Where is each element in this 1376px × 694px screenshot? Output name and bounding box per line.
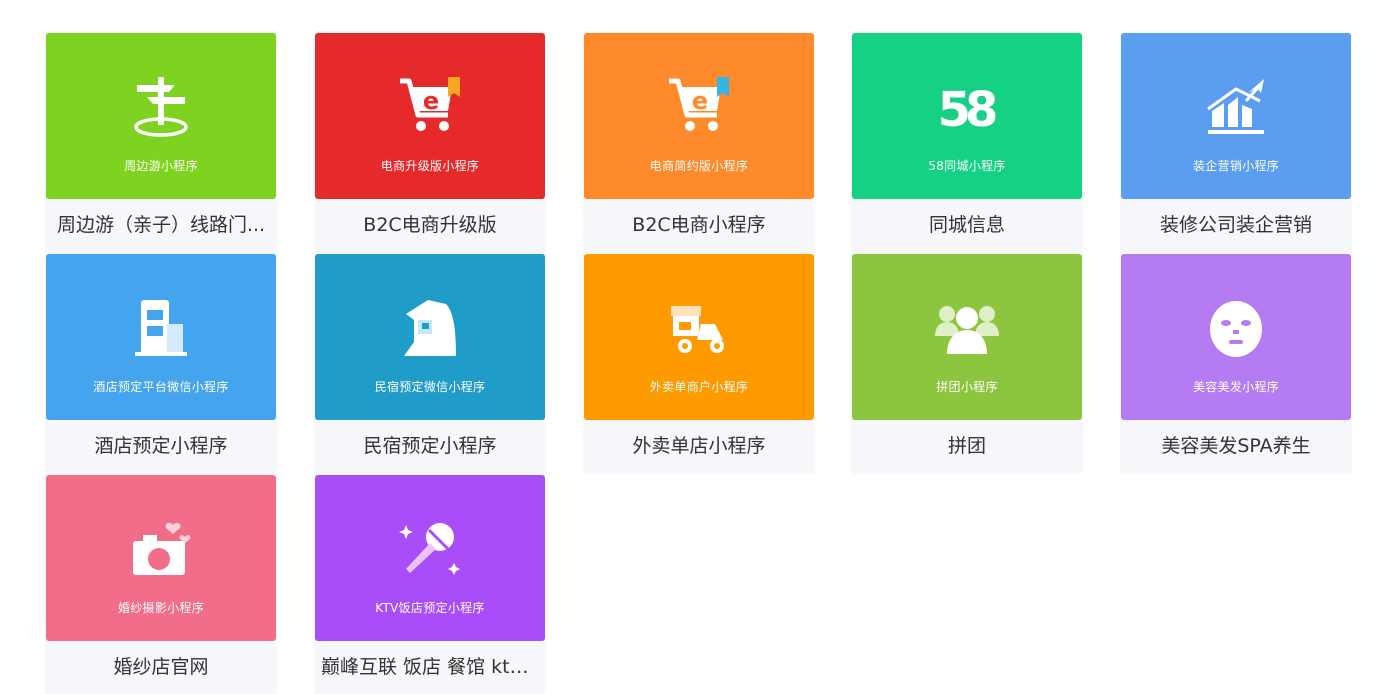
app-thumbnail-label: KTV饭店预定小程序 — [375, 601, 485, 615]
app-title[interactable]: 美容美发SPA养生 — [1127, 420, 1345, 473]
app-thumbnail[interactable]: 拼团小程序 — [852, 254, 1082, 420]
app-card[interactable]: 婚纱摄影小程序婚纱店官网 — [46, 475, 276, 694]
shopping-cart-icon: e — [667, 75, 731, 139]
group-people-icon — [935, 296, 999, 360]
app-card[interactable]: 装企营销小程序装修公司装企营销 — [1121, 33, 1351, 252]
app-card[interactable]: 美容美发小程序美容美发SPA养生 — [1121, 254, 1351, 473]
app-thumbnail-label: 电商升级版小程序 — [380, 159, 480, 173]
delivery-scooter-icon — [667, 296, 731, 360]
app-thumbnail-label: 婚纱摄影小程序 — [117, 601, 205, 615]
app-thumbnail-label: 外卖单商户小程序 — [649, 380, 749, 394]
app-title[interactable]: 婚纱店官网 — [52, 641, 270, 694]
app-card[interactable]: 拼团小程序 拼团 — [852, 254, 1082, 473]
app-thumbnail-label: 58同城小程序 — [928, 159, 1006, 173]
face-mask-icon — [1204, 296, 1268, 360]
app-card[interactable]: KTV饭店预定小程序巅峰互联 饭店 餐馆 ktv ... — [315, 475, 545, 694]
shopping-cart-icon: e — [398, 75, 462, 139]
app-thumbnail-label: 美容美发小程序 — [1192, 380, 1280, 394]
app-title[interactable]: B2C电商小程序 — [590, 199, 808, 252]
app-thumbnail[interactable]: e 电商升级版小程序 — [315, 33, 545, 199]
app-thumbnail-label: 酒店预定平台微信小程序 — [93, 380, 229, 394]
app-title[interactable]: 酒店预定小程序 — [52, 420, 270, 473]
app-title[interactable]: 巅峰互联 饭店 餐馆 ktv ... — [321, 641, 539, 694]
app-thumbnail[interactable]: 美容美发小程序 — [1121, 254, 1351, 420]
app-thumbnail-label: 装企营销小程序 — [1192, 159, 1280, 173]
app-title[interactable]: 周边游（亲子）线路门... — [52, 199, 270, 252]
app-title[interactable]: 拼团 — [858, 420, 1076, 473]
app-card[interactable]: e 电商升级版小程序 B2C电商升级版 — [315, 33, 545, 252]
app-title[interactable]: B2C电商升级版 — [321, 199, 539, 252]
app-title[interactable]: 装修公司装企营销 — [1127, 199, 1345, 252]
number-58-icon: 58 — [935, 75, 999, 139]
camera-heart-icon — [129, 517, 193, 581]
app-card[interactable]: 58 58同城小程序同城信息 — [852, 33, 1082, 252]
building-icon — [129, 296, 193, 360]
app-thumbnail[interactable]: KTV饭店预定小程序 — [315, 475, 545, 641]
app-title[interactable]: 同城信息 — [858, 199, 1076, 252]
app-title[interactable]: 外卖单店小程序 — [590, 420, 808, 473]
app-thumbnail[interactable]: 外卖单商户小程序 — [584, 254, 814, 420]
app-thumbnail-label: 周边游小程序 — [124, 159, 198, 173]
svg-text:e: e — [423, 87, 439, 115]
app-thumbnail-label: 电商简约版小程序 — [649, 159, 749, 173]
app-thumbnail[interactable]: 酒店预定平台微信小程序 — [46, 254, 276, 420]
app-title[interactable]: 民宿预定小程序 — [321, 420, 539, 473]
app-thumbnail[interactable]: 周边游小程序 — [46, 33, 276, 199]
app-thumbnail-label: 拼团小程序 — [936, 380, 998, 394]
microphone-icon — [398, 517, 462, 581]
svg-text:58: 58 — [938, 82, 996, 138]
app-thumbnail[interactable]: 58 58同城小程序 — [852, 33, 1082, 199]
app-card[interactable]: 周边游小程序周边游（亲子）线路门... — [46, 33, 276, 252]
app-thumbnail-label: 民宿预定微信小程序 — [374, 380, 486, 394]
signpost-icon — [129, 75, 193, 139]
app-card[interactable]: 民宿预定微信小程序民宿预定小程序 — [315, 254, 545, 473]
growth-chart-icon — [1204, 75, 1268, 139]
house-icon — [398, 296, 462, 360]
app-card[interactable]: 酒店预定平台微信小程序酒店预定小程序 — [46, 254, 276, 473]
svg-text:e: e — [692, 87, 708, 115]
app-card[interactable]: e 电商简约版小程序 B2C电商小程序 — [584, 33, 814, 252]
app-thumbnail[interactable]: 民宿预定微信小程序 — [315, 254, 545, 420]
app-thumbnail[interactable]: 装企营销小程序 — [1121, 33, 1351, 199]
app-card[interactable]: 外卖单商户小程序外卖单店小程序 — [584, 254, 814, 473]
app-thumbnail[interactable]: e 电商简约版小程序 — [584, 33, 814, 199]
app-thumbnail[interactable]: 婚纱摄影小程序 — [46, 475, 276, 641]
